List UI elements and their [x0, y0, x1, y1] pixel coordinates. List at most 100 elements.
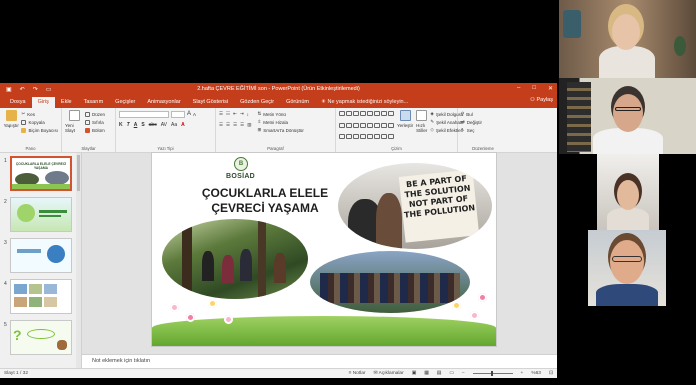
tab-transitions[interactable]: Geçişler: [109, 97, 141, 108]
scrollbar-thumb[interactable]: [77, 155, 80, 191]
line-spacing-icon[interactable]: ↕: [247, 112, 249, 117]
zoom-out-icon[interactable]: –: [462, 371, 465, 376]
tab-design[interactable]: Tasarım: [78, 97, 110, 108]
quick-styles-button[interactable]: Hızlı Stiller: [416, 110, 427, 145]
slide-sorter-icon[interactable]: ▦: [424, 371, 429, 376]
zoom-slider[interactable]: [472, 371, 513, 376]
tell-me-box[interactable]: ☀ Ne yapmak istediğinizi söyleyin...: [315, 97, 414, 108]
arrange-button[interactable]: Yerleştir: [397, 110, 413, 145]
undo-icon[interactable]: ↶: [20, 86, 25, 93]
shape-icon[interactable]: [360, 134, 366, 140]
start-presentation-icon[interactable]: ▭: [46, 86, 52, 93]
notes-toggle[interactable]: ≡ Notlar: [349, 371, 366, 376]
align-center-icon[interactable]: ☰: [226, 122, 230, 128]
slide-thumbnail-5[interactable]: ?: [10, 320, 72, 355]
slide-thumbnail-2[interactable]: [10, 197, 72, 232]
tab-file[interactable]: Dosya: [4, 97, 32, 108]
format-painter-button[interactable]: Biçim Boyacısı: [21, 126, 58, 134]
shape-icon[interactable]: [374, 111, 380, 116]
shape-icon[interactable]: [353, 122, 359, 128]
redo-icon[interactable]: ↷: [33, 86, 38, 93]
align-right-icon[interactable]: ☰: [233, 122, 237, 128]
shape-icon[interactable]: [339, 134, 345, 140]
grow-font-button[interactable]: A: [187, 111, 191, 117]
shape-icon[interactable]: [388, 122, 394, 128]
slide-thumbnail-1[interactable]: ÇOCUKLARLA ELELE ÇEVRECİ YAŞAMA: [10, 156, 72, 191]
comments-toggle[interactable]: ✉ Açıklamalar: [374, 371, 404, 376]
find-button[interactable]: ⚲ Bul: [461, 110, 505, 118]
slide-thumbnail-3[interactable]: [10, 238, 72, 273]
tab-animations[interactable]: Animasyonlar: [141, 97, 186, 108]
tab-review[interactable]: Gözden Geçir: [234, 97, 280, 108]
shape-icon[interactable]: [367, 122, 373, 128]
increase-indent-icon[interactable]: ⇥: [240, 111, 244, 117]
notes-pane[interactable]: Not eklemek için tıklatın: [82, 354, 557, 368]
columns-icon[interactable]: ▥: [247, 122, 251, 128]
share-button[interactable]: ⚇ Paylaş: [530, 97, 553, 103]
fit-slide-icon[interactable]: ⊡: [549, 371, 553, 376]
zoom-level[interactable]: %63: [531, 371, 541, 376]
bold-button[interactable]: K: [119, 122, 123, 128]
shape-icon[interactable]: [388, 111, 394, 116]
copy-button[interactable]: Kopyala: [21, 118, 58, 126]
tab-slideshow[interactable]: Slayt Gösterisi: [187, 97, 234, 108]
tab-view[interactable]: Görünüm: [280, 97, 315, 108]
shape-icon[interactable]: [360, 111, 366, 116]
numbering-icon[interactable]: ☷: [226, 111, 230, 117]
shape-icon[interactable]: [381, 111, 387, 116]
section-button[interactable]: Bölüm: [85, 126, 105, 134]
shape-icon[interactable]: [346, 122, 352, 128]
cut-button[interactable]: ✂ Kes: [21, 110, 58, 118]
smartart-button[interactable]: ⊞ SmartArt'a Dönüştür: [257, 126, 303, 134]
normal-view-icon[interactable]: ▣: [412, 371, 417, 376]
current-slide[interactable]: B BOSİAD ÇOCUKLARLA ELELE ÇEVRECİ YAŞAMA: [152, 153, 496, 346]
align-text-button[interactable]: ⇳ Metni Hizala: [257, 118, 303, 126]
select-button[interactable]: ↖ Seç: [461, 126, 505, 134]
new-slide-button[interactable]: Yeni Slayt: [65, 110, 83, 145]
spacing-button[interactable]: AV: [161, 122, 167, 128]
underline-button[interactable]: A: [134, 122, 138, 128]
shape-icon[interactable]: [381, 122, 387, 128]
bullets-icon[interactable]: ☰: [219, 111, 223, 117]
shape-icon[interactable]: [381, 134, 387, 140]
shadow-button[interactable]: S: [141, 122, 144, 128]
shrink-font-button[interactable]: A: [193, 112, 196, 117]
shape-icon[interactable]: [339, 122, 345, 128]
justify-icon[interactable]: ☰: [240, 122, 244, 128]
shape-icon[interactable]: [367, 111, 373, 116]
align-left-icon[interactable]: ☰: [219, 122, 223, 128]
reading-view-icon[interactable]: ▤: [437, 371, 442, 376]
slide-thumbnail-4[interactable]: [10, 279, 72, 314]
shape-icon[interactable]: [353, 134, 359, 140]
reset-button[interactable]: Sıfırla: [85, 118, 105, 126]
layout-button[interactable]: Düzen: [85, 110, 105, 118]
replace-button[interactable]: ⇄ Değiştir: [461, 118, 505, 126]
font-size-input[interactable]: [171, 110, 185, 118]
shape-icon[interactable]: [339, 111, 345, 116]
thumbnail-scrollbar[interactable]: [76, 153, 81, 368]
italic-button[interactable]: T: [127, 122, 130, 128]
change-case-button[interactable]: Aa: [171, 122, 177, 128]
save-icon[interactable]: ▣: [6, 86, 12, 93]
shape-icon[interactable]: [360, 122, 366, 128]
zoom-in-icon[interactable]: +: [521, 371, 524, 376]
strikethrough-button[interactable]: abc: [149, 122, 157, 128]
shape-icon[interactable]: [367, 134, 373, 140]
paste-button[interactable]: Yapıştır: [3, 110, 19, 145]
shape-icon[interactable]: [374, 122, 380, 128]
close-button[interactable]: ✕: [548, 85, 553, 92]
shape-icon[interactable]: [346, 134, 352, 140]
text-direction-button[interactable]: ⇅ Metin Yönü: [257, 110, 303, 118]
minimize-button[interactable]: –: [517, 85, 520, 92]
slide-title[interactable]: ÇOCUKLARLA ELELE ÇEVRECİ YAŞAMA: [180, 186, 350, 216]
font-color-icon[interactable]: A: [181, 122, 185, 128]
shapes-gallery[interactable]: [339, 111, 394, 145]
decrease-indent-icon[interactable]: ⇤: [233, 111, 237, 117]
tab-insert[interactable]: Ekle: [55, 97, 78, 108]
slideshow-icon[interactable]: ▭: [449, 371, 454, 376]
shape-icon[interactable]: [353, 111, 359, 116]
slide-thumbnail-pane[interactable]: 1 ÇOCUKLARLA ELELE ÇEVRECİ YAŞAMA 2 3 4 …: [0, 153, 82, 368]
font-name-input[interactable]: [119, 110, 169, 118]
maximize-button[interactable]: □: [532, 85, 536, 92]
shape-icon[interactable]: [388, 134, 394, 140]
